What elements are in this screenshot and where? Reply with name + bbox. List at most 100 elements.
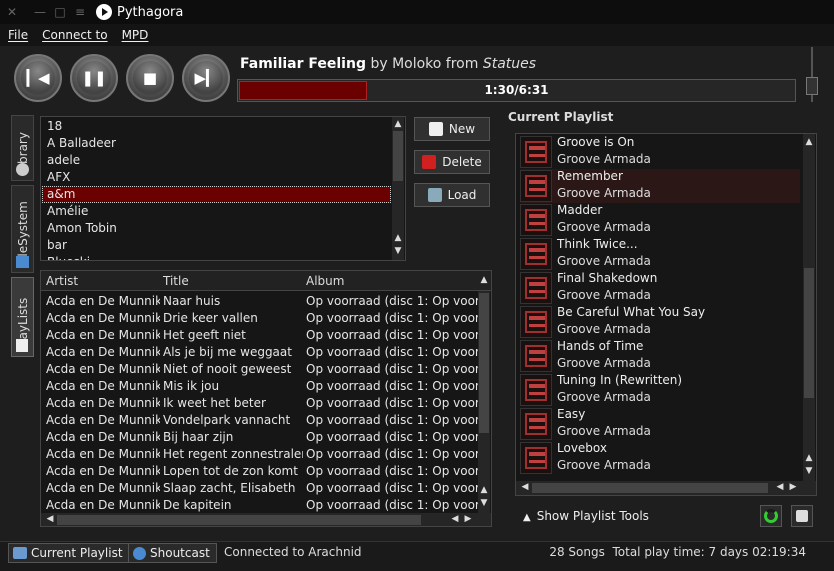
track-table-hscroll[interactable]: ◀ ◀ ▶ [41,513,491,526]
track-row[interactable]: Acda en De Munnik Als je bij me weggaat Op… [41,344,478,361]
playlist-song-title: Remember [557,169,623,183]
delete-playlist-button[interactable]: Delete [414,150,490,174]
volume-handle[interactable] [806,76,818,95]
track-album: Op voorraad (disc 1: Op voorr [306,362,478,376]
track-row[interactable]: Acda en De Munnik Ik weet het beter Op voo… [41,395,478,412]
pause-button[interactable]: ❚❚ [70,54,118,102]
playlist-item[interactable]: A Balladeer [42,135,391,152]
current-playlist-item[interactable]: Tuning In (Rewritten) Groove Armada [520,373,800,407]
stored-playlists-list: 18 A Balladeer adele AFX a&m Amélie Amon Tobin… [40,116,406,261]
menu-connect-to[interactable]: Connect to [42,28,107,42]
stored-playlists-scrollbar[interactable]: ▲ ▲ ▼ [392,117,404,260]
globe-icon [133,546,146,560]
track-album: Op voorraad (disc 1: Op voorr [306,311,478,325]
track-row[interactable]: Acda en De Munnik Naar huis Op voorraad (d… [41,293,478,310]
close-icon[interactable]: ✕ [2,2,22,22]
minimize-icon[interactable]: — [30,2,50,22]
track-row[interactable]: Acda en De Munnik Drie keer vallen Op voor… [41,310,478,327]
track-title: De kapitein [163,498,232,512]
track-row[interactable]: Acda en De Munnik Slaap zacht, Elisabeth O… [41,480,478,497]
tab-playlists[interactable]: PlayLists [11,277,34,357]
track-album: Op voorraad (disc 1: Op voorr [306,447,478,461]
track-row[interactable]: Acda en De Munnik Lopen tot de zon komt Op… [41,463,478,480]
current-playlist-heading: Current Playlist [508,110,614,124]
playlist-item[interactable]: Amélie [42,203,391,220]
current-playlist-item[interactable]: Groove is On Groove Armada [520,135,800,169]
track-row[interactable]: Acda en De Munnik Vondelpark vannacht Op v… [41,412,478,429]
album-name: Statues [482,56,537,72]
track-artist: Acda en De Munnik [46,328,160,342]
seek-bar[interactable]: 1:30/6:31 [237,79,796,102]
current-playlist-scrollbar[interactable]: ▲ ▲ ▼ [803,134,815,481]
previous-button[interactable]: ▎◀ [14,54,62,102]
track-album: Op voorraad (disc 1: Op voorr [306,430,478,444]
playlist-song-artist: Groove Armada [557,390,651,404]
library-icon [16,163,29,176]
album-art-thumbnail [520,374,552,406]
volume-slider[interactable] [806,47,818,102]
track-row[interactable]: Acda en De Munnik Het regent zonnestralen… [41,446,478,463]
show-playlist-tools-toggle[interactable]: ▲ Show Playlist Tools [523,509,649,523]
playlist-song-title: Be Careful What You Say [557,305,706,319]
tab-filesystem[interactable]: FileSystem [11,185,34,273]
current-playlist-item[interactable]: Final Shakedown Groove Armada [520,271,800,305]
current-playlist-item[interactable]: Lovebox Groove Armada [520,441,800,475]
current-playlist-item[interactable]: Madder Groove Armada [520,203,800,237]
refresh-button[interactable] [760,505,782,527]
playlist-song-artist: Groove Armada [557,186,651,200]
playlist-song-artist: Groove Armada [557,424,651,438]
maximize-icon[interactable]: □ [50,2,70,22]
load-playlist-button[interactable]: Load [414,183,490,207]
playlist-item[interactable]: 18 [42,118,391,135]
playlist-summary: 28 Songs Total play time: 7 days 02:19:3… [549,545,806,559]
current-playlist-item[interactable]: Easy Groove Armada [520,407,800,441]
current-playlist-hscroll[interactable]: ◀ ◀ ▶ [516,481,816,495]
playlist-song-artist: Groove Armada [557,254,651,268]
track-artist: Acda en De Munnik [46,430,160,444]
album-art-thumbnail [520,442,552,474]
new-playlist-button[interactable]: New [414,117,490,141]
playlist-item[interactable]: AFX [42,169,391,186]
column-album[interactable]: Album [306,274,344,288]
menu-file[interactable]: File [8,28,28,42]
menu-mpd[interactable]: MPD [122,28,149,42]
current-playlist-item[interactable]: Hands of Time Groove Armada [520,339,800,373]
current-playlist-item[interactable]: Think Twice... Groove Armada [520,237,800,271]
playlist-item[interactable]: adele [42,152,391,169]
track-title: Lopen tot de zon komt [163,464,298,478]
now-playing-info: Familiar Feeling by Moloko from Statues [240,56,536,72]
track-row[interactable]: Acda en De Munnik De kapitein Op voorraad … [41,497,478,513]
menu-icon[interactable]: ≡ [70,2,90,22]
track-title: Het geeft niet [163,328,246,342]
playlist-item[interactable]: bar [42,237,391,254]
playlist-song-artist: Groove Armada [557,220,651,234]
track-title: Mis ik jou [163,379,220,393]
track-row[interactable]: Acda en De Munnik Niet of nooit geweest Op… [41,361,478,378]
track-artist: Acda en De Munnik [46,447,160,461]
playlist-item[interactable]: Amon Tobin [42,220,391,237]
next-button[interactable]: ▶▎ [182,54,230,102]
track-artist: Acda en De Munnik [46,345,160,359]
track-row[interactable]: Acda en De Munnik Het geeft niet Op voorra… [41,327,478,344]
tab-shoutcast[interactable]: Shoutcast [128,543,217,563]
shuffle-button[interactable] [791,505,813,527]
track-table-vscroll[interactable]: ▲ ▼ [478,291,490,513]
stop-icon: ■ [142,68,158,87]
track-title: Slaap zacht, Elisabeth [163,481,296,495]
column-artist[interactable]: Artist [46,274,78,288]
track-table: Artist Title Album ▲ Acda en De Munnik Na… [40,270,492,527]
tab-current-playlist[interactable]: Current Playlist [8,543,130,563]
track-row[interactable]: Acda en De Munnik Mis ik jou Op voorraad (… [41,378,478,395]
refresh-icon [764,509,778,523]
stop-button[interactable]: ■ [126,54,174,102]
tab-library[interactable]: Library [11,115,34,181]
column-title[interactable]: Title [163,274,189,288]
from-label: from [445,56,479,72]
new-document-icon [428,122,443,136]
current-playlist-item[interactable]: Remember Groove Armada [520,169,800,203]
playlist-item[interactable]: Blueski [42,254,391,260]
current-playlist-item[interactable]: Be Careful What You Say Groove Armada [520,305,800,339]
playlist-item[interactable]: a&m [42,186,391,203]
track-table-header: Artist Title Album ▲ [41,271,491,291]
track-row[interactable]: Acda en De Munnik Bij haar zijn Op voorraa… [41,429,478,446]
